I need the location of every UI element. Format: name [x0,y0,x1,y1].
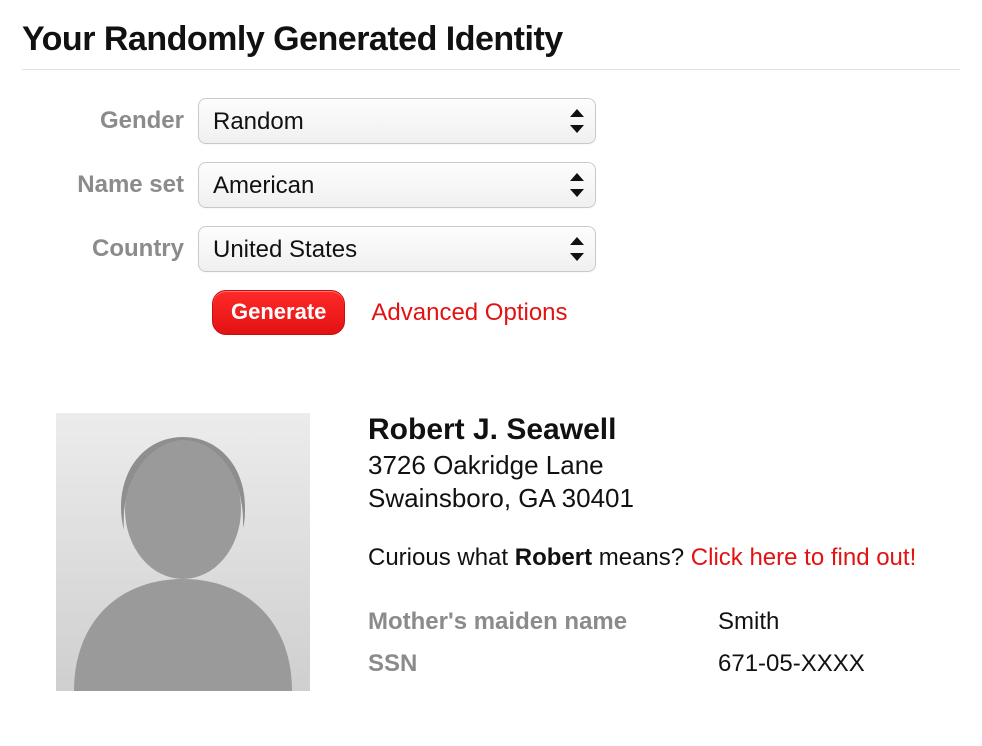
select-wrap-nameset: American [198,162,596,208]
row-gender: Gender Random [30,98,960,144]
identity-address-line2: Swainsboro, GA 30401 [368,482,960,515]
select-wrap-country: United States [198,226,596,272]
curious-first-name: Robert [515,544,592,571]
identity-fields: Mother's maiden name Smith SSN 671-05-XX… [368,608,960,678]
nameset-select[interactable]: American [198,162,596,208]
label-nameset: Name set [30,171,198,199]
name-meaning-link[interactable]: Click here to find out! [691,544,916,571]
advanced-options-link[interactable]: Advanced Options [371,299,567,327]
country-select[interactable]: United States [198,226,596,272]
name-meaning-line: Curious what Robert means? Click here to… [368,544,960,572]
identity-address-line1: 3726 Oakridge Lane [368,449,960,482]
identity-info: Robert J. Seawell 3726 Oakridge Lane Swa… [368,413,960,692]
divider [22,69,960,70]
generate-button[interactable]: Generate [212,290,345,335]
options-form: Gender Random Name set American Country [30,98,960,335]
label-country: Country [30,235,198,263]
value-maiden: Smith [718,608,779,636]
curious-suffix: means? [592,544,691,571]
row-country: Country United States [30,226,960,272]
curious-prefix: Curious what [368,544,515,571]
row-maiden: Mother's maiden name Smith [368,608,960,636]
actions-row: Generate Advanced Options [198,290,960,335]
gender-select[interactable]: Random [198,98,596,144]
label-gender: Gender [30,107,198,135]
person-silhouette-icon [56,413,310,691]
label-maiden: Mother's maiden name [368,608,718,636]
row-nameset: Name set American [30,162,960,208]
value-ssn: 671-05-XXXX [718,650,865,678]
select-wrap-gender: Random [198,98,596,144]
row-ssn: SSN 671-05-XXXX [368,650,960,678]
identity-section: Robert J. Seawell 3726 Oakridge Lane Swa… [56,413,960,692]
avatar [56,413,310,691]
page-title: Your Randomly Generated Identity [22,20,960,59]
label-ssn: SSN [368,650,718,678]
identity-name: Robert J. Seawell [368,413,960,447]
